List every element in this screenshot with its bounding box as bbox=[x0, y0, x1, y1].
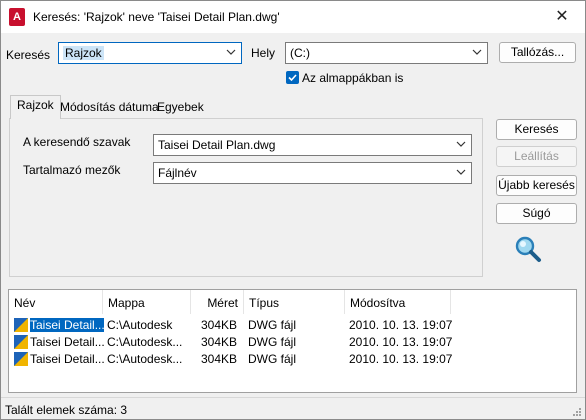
search-combo[interactable]: Rajzok bbox=[58, 42, 242, 64]
title-bar: A Keresés: 'Rajzok' neve 'Taisei Detail … bbox=[1, 1, 585, 33]
search-words-combo[interactable]: Taisei Detail Plan.dwg bbox=[153, 134, 472, 156]
search-words-value: Taisei Detail Plan.dwg bbox=[158, 138, 276, 152]
tab-drawings[interactable]: Rajzok bbox=[10, 95, 61, 119]
subfolders-label: Az almappákban is bbox=[302, 71, 404, 85]
location-combo[interactable]: (C:) bbox=[285, 42, 488, 64]
result-row[interactable]: Taisei Detail... C:\Autodesk... 304KB DW… bbox=[9, 334, 576, 350]
result-modified: 2010. 10. 13. 19:07 bbox=[349, 318, 453, 332]
window-title: Keresés: 'Rajzok' neve 'Taisei Detail Pl… bbox=[33, 10, 280, 24]
resize-grip-icon[interactable] bbox=[572, 407, 582, 417]
chevron-down-icon bbox=[226, 49, 236, 55]
result-type: DWG fájl bbox=[248, 352, 296, 366]
status-text: Talált elemek száma: 3 bbox=[5, 403, 128, 417]
result-name: Taisei Detail... bbox=[30, 352, 104, 366]
tab-date-modified[interactable]: Módosítás dátuma bbox=[53, 97, 166, 117]
column-folder[interactable]: Mappa bbox=[103, 290, 191, 314]
stop-button[interactable]: Leállítás bbox=[496, 146, 577, 167]
result-row[interactable]: Taisei Detail... C:\Autodesk 304KB DWG f… bbox=[9, 317, 576, 333]
checkmark-icon bbox=[288, 74, 297, 82]
help-button[interactable]: Súgó bbox=[496, 203, 577, 224]
column-name[interactable]: Név bbox=[9, 290, 103, 314]
column-size[interactable]: Méret bbox=[191, 290, 244, 314]
result-size: 304KB bbox=[200, 335, 237, 349]
search-words-label: A keresendő szavak bbox=[23, 135, 131, 149]
result-name: Taisei Detail... bbox=[30, 335, 104, 349]
result-size: 304KB bbox=[200, 318, 237, 332]
tab-advanced[interactable]: Egyebek bbox=[150, 97, 211, 117]
fields-combo[interactable]: Fájlnév bbox=[153, 162, 472, 184]
dwg-file-icon bbox=[14, 318, 28, 332]
status-bar: Talált elemek száma: 3 bbox=[1, 397, 585, 419]
chevron-down-icon bbox=[456, 141, 466, 147]
search-combo-value: Rajzok bbox=[63, 46, 104, 60]
magnifier-icon bbox=[515, 236, 541, 262]
location-label: Hely bbox=[251, 46, 276, 60]
browse-button[interactable]: Tallózás... bbox=[499, 42, 576, 63]
result-row[interactable]: Taisei Detail... C:\Autodesk... 304KB DW… bbox=[9, 351, 576, 367]
result-folder: C:\Autodesk... bbox=[107, 352, 183, 366]
chevron-down-icon bbox=[456, 169, 466, 175]
close-icon[interactable]: ✕ bbox=[553, 8, 571, 26]
result-name: Taisei Detail... bbox=[30, 318, 104, 332]
search-label-text: Keresés bbox=[6, 48, 51, 62]
chevron-down-icon bbox=[472, 49, 482, 55]
new-search-button[interactable]: Újabb keresés bbox=[496, 175, 577, 196]
result-modified: 2010. 10. 13. 19:07 bbox=[349, 335, 453, 349]
location-combo-value: (C:) bbox=[290, 46, 310, 60]
search-button[interactable]: Keresés bbox=[496, 119, 577, 140]
fields-value: Fájlnév bbox=[158, 166, 197, 180]
search-label: Keresés bbox=[6, 48, 50, 62]
result-type: DWG fájl bbox=[248, 318, 296, 332]
fields-label: Tartalmazó mezők bbox=[23, 163, 121, 177]
result-type: DWG fájl bbox=[248, 335, 296, 349]
tab-panel: A keresendő szavak Taisei Detail Plan.dw… bbox=[9, 118, 483, 277]
column-modified[interactable]: Módosítva bbox=[345, 290, 451, 314]
result-size: 304KB bbox=[200, 352, 237, 366]
dwg-file-icon bbox=[14, 352, 28, 366]
find-dialog: A Keresés: 'Rajzok' neve 'Taisei Detail … bbox=[0, 0, 586, 420]
subfolders-checkbox[interactable] bbox=[286, 71, 299, 84]
result-modified: 2010. 10. 13. 19:07 bbox=[349, 352, 453, 366]
result-folder: C:\Autodesk bbox=[107, 318, 173, 332]
result-folder: C:\Autodesk... bbox=[107, 335, 183, 349]
column-type[interactable]: Típus bbox=[244, 290, 345, 314]
dwg-file-icon bbox=[14, 335, 28, 349]
results-list[interactable]: Név Mappa Méret Típus Módosítva Taisei D… bbox=[8, 289, 577, 393]
autocad-app-icon: A bbox=[9, 8, 25, 26]
